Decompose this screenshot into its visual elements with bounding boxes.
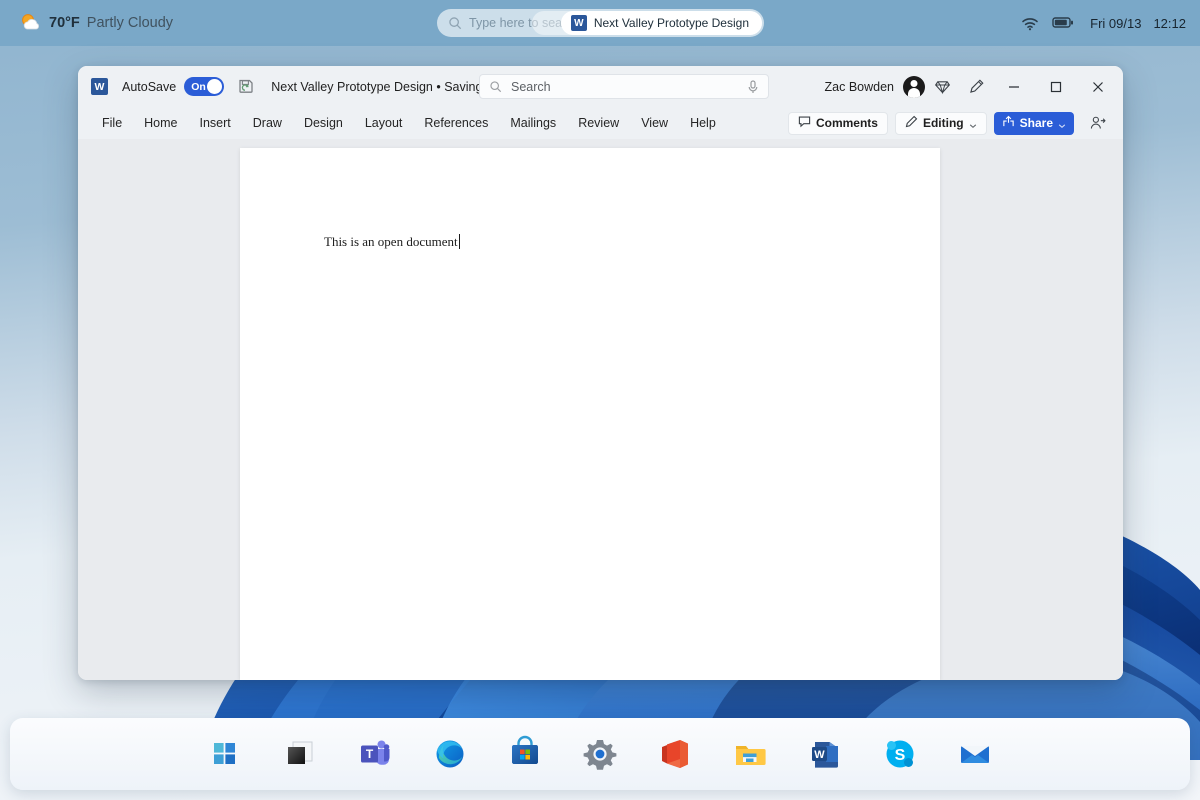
chevron-down-icon	[1058, 119, 1066, 128]
word-application-window: W AutoSave On Next Valley Prototype Desi…	[78, 66, 1123, 680]
svg-text:S: S	[895, 747, 906, 764]
search-icon	[448, 16, 462, 30]
text-cursor	[458, 234, 460, 249]
task-view-button[interactable]	[279, 733, 321, 775]
ribbon-tab-references[interactable]: References	[413, 112, 499, 134]
desktop-screen: 70°F Partly Cloudy Type here to search N…	[0, 0, 1200, 800]
document-page[interactable]: This is an open document	[240, 148, 940, 680]
svg-text:T: T	[366, 747, 374, 761]
document-title[interactable]: Next Valley Prototype Design • Saving...	[271, 80, 493, 94]
search-result-pill[interactable]: Next Valley Prototype Design	[560, 11, 762, 35]
windows-taskbar: T W S	[10, 718, 1190, 790]
system-tray: Fri 09/13 12:12	[1020, 0, 1186, 46]
ribbon-tab-insert[interactable]: Insert	[189, 112, 242, 134]
document-body-text[interactable]: This is an open document	[324, 234, 460, 250]
ribbon-right-controls: Comments Editing Share	[787, 107, 1115, 139]
editing-mode-button[interactable]: Editing	[894, 111, 987, 135]
autosave-label: AutoSave	[122, 79, 177, 94]
comments-button[interactable]: Comments	[787, 111, 888, 135]
pencil-icon	[905, 115, 918, 131]
word-app-icon	[570, 15, 587, 31]
ribbon-tab-mailings[interactable]: Mailings	[499, 112, 567, 134]
title-bar-right-controls: Zac Bowden	[825, 66, 1123, 107]
ribbon-tab-layout[interactable]: Layout	[354, 112, 414, 134]
ribbon-tab-file[interactable]: File	[91, 112, 133, 134]
save-sync-icon[interactable]	[237, 78, 255, 96]
weather-condition: Partly Cloudy	[86, 15, 174, 31]
maximize-button[interactable]	[1035, 66, 1077, 107]
clock-time[interactable]: 12:12	[1153, 16, 1186, 31]
ribbon-tab-list: File Home Insert Draw Design Layout Refe…	[91, 112, 727, 134]
search-pill-label: Next Valley Prototype Design	[593, 16, 749, 30]
pen-icon[interactable]	[959, 66, 993, 107]
editing-label: Editing	[922, 116, 964, 130]
settings-gear-icon[interactable]	[579, 733, 621, 775]
toggle-knob	[207, 79, 223, 94]
taskbar-search-box[interactable]: Type here to search Next Valley Prototyp…	[437, 9, 764, 37]
ribbon-tab-design[interactable]: Design	[293, 112, 354, 134]
word-title-bar: W AutoSave On Next Valley Prototype Desi…	[78, 66, 1123, 107]
mail-icon[interactable]	[954, 733, 996, 775]
microsoft-store-icon[interactable]	[504, 733, 546, 775]
chevron-down-icon	[969, 119, 977, 128]
person-add-icon[interactable]	[1081, 103, 1115, 144]
word-ribbon-tabs: File Home Insert Draw Design Layout Refe…	[78, 107, 1123, 139]
ribbon-tab-home[interactable]: Home	[133, 112, 188, 134]
share-label: Share	[1019, 116, 1053, 130]
autosave-toggle[interactable]: On	[184, 77, 225, 96]
comments-label: Comments	[815, 116, 878, 130]
skype-icon[interactable]: S	[879, 733, 921, 775]
share-button[interactable]: Share	[993, 111, 1074, 135]
minimize-button[interactable]	[993, 66, 1035, 107]
clock-date[interactable]: Fri 09/13	[1090, 16, 1141, 31]
ribbon-tab-help[interactable]: Help	[679, 112, 727, 134]
autosave-state: On	[191, 80, 206, 93]
search-icon	[489, 80, 502, 93]
microphone-icon[interactable]	[747, 79, 759, 94]
microsoft-word-icon[interactable]: W	[804, 733, 846, 775]
word-search-placeholder: Search	[511, 79, 551, 94]
avatar[interactable]	[903, 75, 925, 98]
document-canvas[interactable]: This is an open document	[78, 139, 1123, 680]
diamond-icon[interactable]	[925, 66, 959, 107]
account-name[interactable]: Zac Bowden	[825, 80, 894, 94]
svg-text:W: W	[814, 749, 825, 761]
battery-icon[interactable]	[1052, 15, 1074, 31]
document-body-text-value: This is an open document	[324, 234, 458, 249]
share-icon	[1002, 115, 1015, 131]
comment-bubble-icon	[798, 115, 811, 131]
ribbon-tab-view[interactable]: View	[630, 112, 679, 134]
wifi-icon[interactable]	[1020, 15, 1040, 31]
microsoft-office-icon[interactable]	[654, 733, 696, 775]
word-app-icon: W	[91, 78, 108, 95]
weather-temperature: 70°F	[49, 15, 80, 31]
file-explorer-icon[interactable]	[729, 733, 771, 775]
microsoft-teams-icon[interactable]: T	[354, 733, 396, 775]
top-system-bar: 70°F Partly Cloudy Type here to search N…	[0, 0, 1200, 46]
microsoft-edge-icon[interactable]	[429, 733, 471, 775]
partly-cloudy-icon	[18, 11, 42, 35]
ribbon-tab-review[interactable]: Review	[567, 112, 630, 134]
weather-widget[interactable]: 70°F Partly Cloudy	[18, 11, 173, 35]
word-search-box[interactable]: Search	[479, 74, 769, 99]
close-button[interactable]	[1077, 66, 1119, 107]
start-button[interactable]	[204, 733, 246, 775]
ribbon-tab-draw[interactable]: Draw	[242, 112, 293, 134]
